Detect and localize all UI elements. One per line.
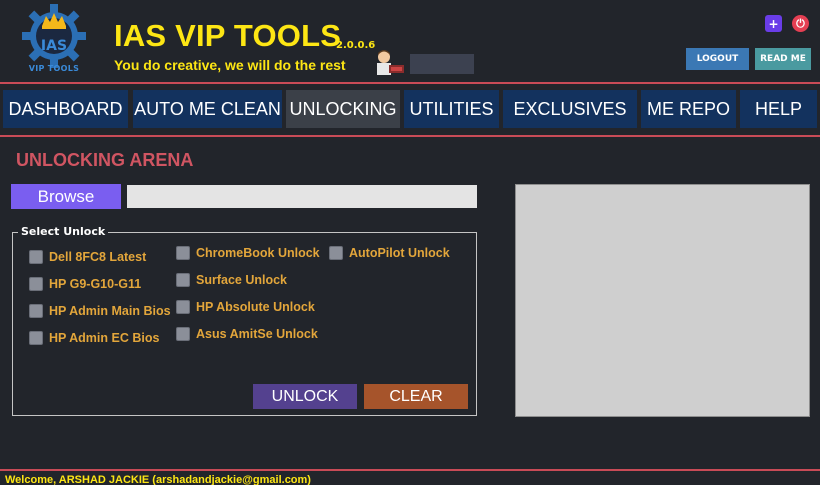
option-hp-admin-main[interactable]: HP Admin Main Bios: [29, 304, 171, 318]
option-dell-8fc8[interactable]: Dell 8FC8 Latest: [29, 250, 146, 264]
option-label: AutoPilot Unlock: [349, 246, 450, 260]
option-label: HP G9-G10-G11: [49, 277, 142, 291]
app-version: 2.0.0.6: [336, 40, 376, 51]
option-label: ChromeBook Unlock: [196, 246, 320, 260]
checkbox[interactable]: [29, 277, 43, 291]
file-path-input[interactable]: [127, 185, 477, 208]
nav-dashboard[interactable]: DASHBOARD: [3, 90, 128, 128]
preview-panel: [515, 184, 810, 417]
section-title: UNLOCKING ARENA: [16, 150, 194, 170]
app-header: IAS VIP TOOLS IAS VIP TOOLS 2.0.0.6 You …: [0, 0, 820, 82]
option-surface[interactable]: Surface Unlock: [176, 273, 287, 287]
mascot-icon: [377, 50, 404, 75]
checkbox[interactable]: [176, 246, 190, 260]
plus-icon[interactable]: +: [765, 15, 782, 32]
option-hp-absolute[interactable]: HP Absolute Unlock: [176, 300, 315, 314]
app-title: IAS VIP TOOLS: [114, 18, 342, 53]
checkbox[interactable]: [176, 300, 190, 314]
option-label: Surface Unlock: [196, 273, 288, 287]
option-label: HP Absolute Unlock: [196, 300, 315, 314]
checkbox[interactable]: [176, 327, 190, 341]
nav-me-repo[interactable]: ME REPO: [641, 90, 736, 128]
nav-exclusives[interactable]: EXCLUSIVES: [503, 90, 637, 128]
readme-button[interactable]: READ ME: [755, 48, 811, 70]
logout-button[interactable]: LOGOUT: [686, 48, 749, 70]
logo-text: IAS: [40, 38, 68, 54]
nav-help[interactable]: HELP: [740, 90, 817, 128]
option-autopilot[interactable]: AutoPilot Unlock: [329, 246, 450, 260]
option-hp-g9[interactable]: HP G9-G10-G11: [29, 277, 141, 291]
checkbox[interactable]: [29, 250, 43, 264]
logo-subtext: VIP TOOLS: [28, 64, 80, 73]
checkbox[interactable]: [329, 246, 343, 260]
nav-auto-me-clean[interactable]: AUTO ME CLEAN: [133, 90, 282, 128]
unlock-button[interactable]: UNLOCK: [253, 384, 357, 409]
browse-button[interactable]: Browse: [11, 184, 121, 209]
nav-unlocking[interactable]: UNLOCKING: [286, 90, 400, 128]
option-label: Asus AmitSe Unlock: [196, 327, 318, 341]
checkbox[interactable]: [29, 331, 43, 345]
checkbox[interactable]: [176, 273, 190, 287]
main-nav: DASHBOARD AUTO ME CLEAN UNLOCKING UTILIT…: [0, 90, 820, 128]
option-chromebook[interactable]: ChromeBook Unlock: [176, 246, 320, 260]
option-label: Dell 8FC8 Latest: [49, 250, 147, 264]
option-asus-amitse[interactable]: Asus AmitSe Unlock: [176, 327, 318, 341]
header-divider: [0, 82, 820, 84]
welcome-status: Welcome, ARSHAD JACKIE (arshadandjackie@…: [5, 474, 311, 485]
clear-button[interactable]: CLEAR: [364, 384, 468, 409]
option-hp-admin-ec[interactable]: HP Admin EC Bios: [29, 331, 159, 345]
option-label: HP Admin EC Bios: [49, 331, 160, 345]
checkbox[interactable]: [29, 304, 43, 318]
app-logo: IAS VIP TOOLS: [20, 4, 88, 76]
nav-divider: [0, 135, 820, 137]
gear-logo-icon: [22, 4, 86, 68]
exit-icon[interactable]: ⏻: [792, 15, 809, 32]
footer-divider: [0, 469, 820, 471]
nav-utilities[interactable]: UTILITIES: [404, 90, 499, 128]
option-label: HP Admin Main Bios: [49, 304, 171, 318]
app-tagline: You do creative, we will do the rest: [114, 57, 346, 73]
group-title: Select Unlock: [18, 225, 109, 238]
user-info-box: [410, 54, 474, 74]
